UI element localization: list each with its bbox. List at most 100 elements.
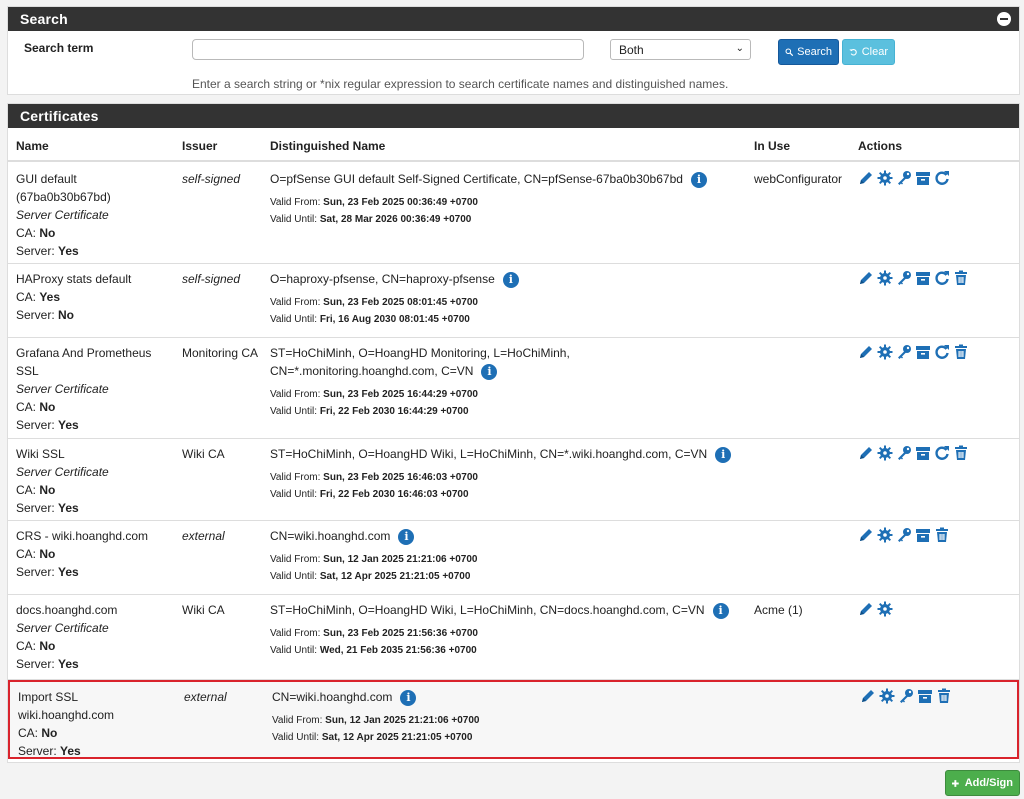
info-icon[interactable]: i [690,171,707,188]
cert-type: Server Certificate [16,208,109,222]
col-header-name: Name [16,139,49,153]
cert-name: Import SSL [18,690,79,704]
trash-icon[interactable] [953,270,969,286]
trash-icon[interactable] [953,344,969,360]
dn-line: CN=*.monitoring.hoanghd.com, C=VN [270,364,474,378]
cert-dn-cell: ST=HoChiMinh, O=HoangHD Wiki, L=HoChiMin… [270,445,750,503]
server-value: Yes [58,565,79,579]
info-icon[interactable]: i [398,528,415,545]
gear-icon[interactable] [877,445,893,461]
info-icon[interactable]: i [712,602,729,619]
valid-until-label: Valid Until: [270,489,320,500]
gear-icon[interactable] [877,344,893,360]
clear-button[interactable]: Clear [842,39,895,65]
table-row: Grafana And Prometheus SSL Server Certific… [8,338,1019,439]
pencil-icon[interactable] [858,601,874,617]
server-label: Server: [16,244,59,258]
server-label: Server: [18,744,61,758]
gear-icon[interactable] [877,170,893,186]
cert-actions [858,270,969,286]
key-icon[interactable] [896,527,912,543]
server-value: Yes [58,501,79,515]
pencil-icon[interactable] [860,688,876,704]
gear-icon[interactable] [877,601,893,617]
col-header-dn: Distinguished Name [270,139,386,153]
renew-icon[interactable] [934,170,950,186]
renew-icon[interactable] [934,270,950,286]
pencil-icon[interactable] [858,344,874,360]
server-label: Server: [16,418,59,432]
search-input[interactable] [192,39,584,60]
valid-from: Sun, 23 Feb 2025 00:36:49 +0700 [323,197,478,208]
renew-icon[interactable] [934,445,950,461]
cert-validity: Valid From: Sun, 23 Feb 2025 21:56:36 +0… [270,625,750,659]
cert-dn-cell: ST=HoChiMinh, O=HoangHD Monitoring, L=Ho… [270,344,750,420]
cert-issuer: Monitoring CA [182,346,259,360]
valid-from-label: Valid From: [270,628,324,639]
key-icon[interactable] [896,170,912,186]
table-row: Wiki SSL Server Certificate CA: No Server: … [8,439,1019,521]
renew-icon[interactable] [934,344,950,360]
valid-until-label: Valid Until: [270,314,320,325]
search-panel-header: Search [8,7,1019,31]
col-header-actions: Actions [858,139,903,153]
cert-ca: CA: Yes [16,288,176,306]
dn-line: O=haproxy-pfsense, CN=haproxy-pfsense [270,272,495,286]
valid-from: Sun, 23 Feb 2025 21:56:36 +0700 [323,628,478,639]
archive-icon[interactable] [915,527,931,543]
info-icon[interactable]: i [715,446,732,463]
trash-icon[interactable] [934,527,950,543]
cert-server: Server: Yes [16,499,176,517]
table-header: Name Issuer Distinguished Name In Use Ac… [8,128,1019,162]
server-value: No [58,308,75,322]
key-icon[interactable] [896,344,912,360]
archive-icon[interactable] [915,170,931,186]
archive-icon[interactable] [917,688,933,704]
collapse-icon[interactable] [997,12,1011,26]
cert-name-cell: Grafana And Prometheus SSL Server Certific… [16,344,176,434]
cert-server: Server: No [16,306,176,324]
valid-until: Sat, 12 Apr 2025 21:21:05 +0700 [321,732,473,743]
cert-ca: CA: No [16,545,176,563]
pencil-icon[interactable] [858,270,874,286]
cert-dn-cell: O=pfSense GUI default Self-Signed Certif… [270,170,750,228]
add-sign-button[interactable]: Add/Sign [945,770,1020,796]
valid-from: Sun, 23 Feb 2025 16:44:29 +0700 [323,389,478,400]
search-scope-select[interactable]: Both ⌄ [610,39,751,60]
pencil-icon[interactable] [858,445,874,461]
search-panel: Search Search term Both ⌄ Search Clear E… [7,6,1020,95]
valid-until-label: Valid Until: [272,732,322,743]
archive-icon[interactable] [915,344,931,360]
info-icon[interactable]: i [481,363,498,380]
server-label: Server: [16,501,59,515]
cert-name-cell: docs.hoanghd.com Server Certificate CA: No… [16,601,176,673]
valid-from: Sun, 12 Jan 2025 21:21:06 +0700 [325,715,480,726]
cert-name: HAProxy stats default [16,272,132,286]
valid-from: Sun, 23 Feb 2025 16:46:03 +0700 [323,472,478,483]
gear-icon[interactable] [877,527,893,543]
gear-icon[interactable] [877,270,893,286]
key-icon[interactable] [896,270,912,286]
pencil-icon[interactable] [858,170,874,186]
valid-until: Fri, 16 Aug 2030 08:01:45 +0700 [319,314,470,325]
pencil-icon[interactable] [858,527,874,543]
trash-icon[interactable] [953,445,969,461]
cert-issuer: self-signed [182,272,241,286]
cert-server: Server: Yes [16,242,176,260]
dn-line: ST=HoChiMinh, O=HoangHD Wiki, L=HoChiMin… [270,447,708,461]
cert-type: Server Certificate [16,465,109,479]
cert-in-use: Acme (1) [754,603,803,617]
archive-icon[interactable] [915,445,931,461]
key-icon[interactable] [896,445,912,461]
valid-until: Sat, 12 Apr 2025 21:21:05 +0700 [319,571,471,582]
ca-label: CA: [16,400,40,414]
key-icon[interactable] [898,688,914,704]
search-button[interactable]: Search [778,39,839,65]
table-row: HAProxy stats default CA: Yes Server: No s… [8,264,1019,338]
archive-icon[interactable] [915,270,931,286]
info-icon[interactable]: i [502,271,519,288]
server-value: Yes [58,418,79,432]
trash-icon[interactable] [936,688,952,704]
info-icon[interactable]: i [400,689,417,706]
gear-icon[interactable] [879,688,895,704]
